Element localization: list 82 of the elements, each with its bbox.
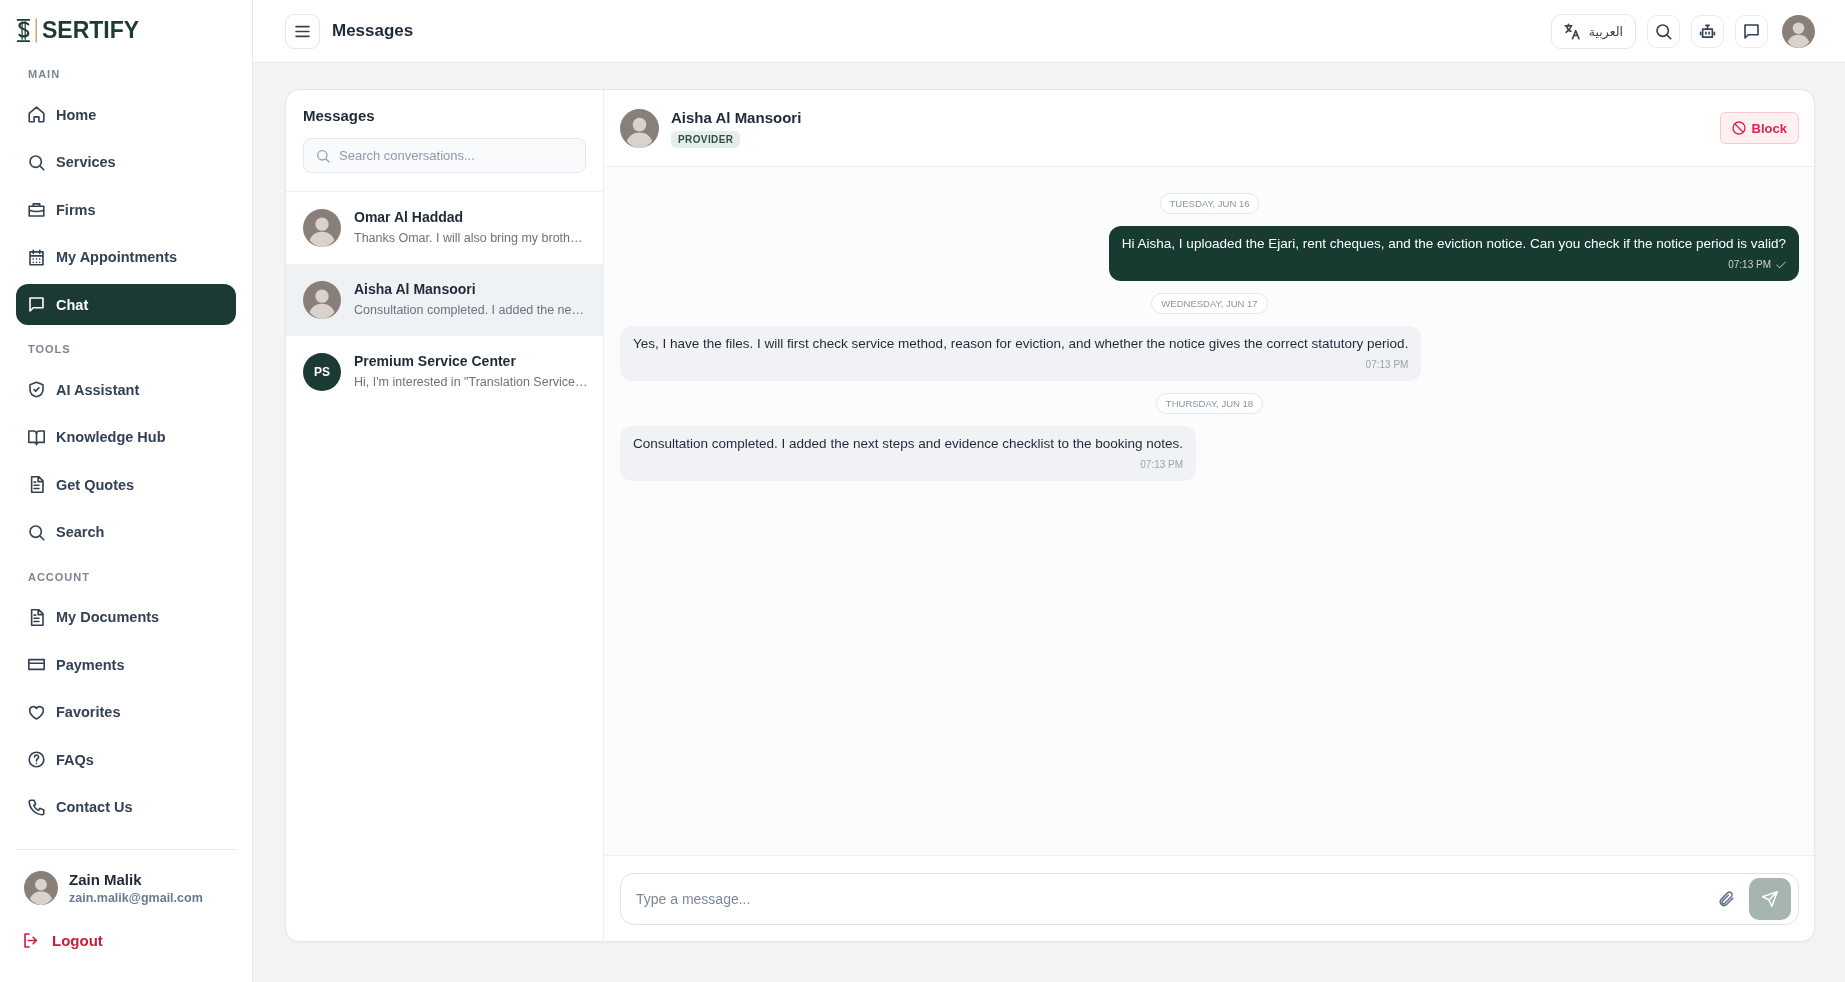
briefcase-icon [28, 201, 45, 218]
conversation-item[interactable]: PS Premium Service Center Hi, I'm interested in "Translation Service… [286, 336, 603, 408]
section-heading: ACCOUNT [27, 569, 91, 584]
initials-avatar: PS [303, 353, 341, 391]
nav-item[interactable]: Home [16, 94, 236, 135]
message-input[interactable]: Type a message... [636, 884, 1703, 914]
phone-icon [28, 798, 45, 816]
section-heading: MAIN [27, 67, 62, 81]
nav-item[interactable]: FAQs [16, 739, 236, 780]
nav-item[interactable]: Favorites [16, 691, 236, 733]
avatar-icon [303, 281, 341, 319]
role-badge: PROVIDER [671, 130, 741, 148]
nav-item[interactable]: Contact Us [16, 786, 236, 828]
shield-check-icon [28, 381, 45, 398]
nav-item[interactable]: Get Quotes [16, 464, 236, 505]
paperclip-icon [1718, 891, 1734, 907]
avatar-icon [24, 870, 58, 905]
page-title: Messages [332, 21, 414, 41]
message-preview: Hi, I'm interested in "Translation Service… [354, 374, 588, 391]
chat-bubble-icon [1743, 22, 1760, 40]
message-preview: Thanks Omar. I will also bring my broth… [354, 230, 583, 247]
home-icon [28, 106, 45, 123]
contact-name: Aisha Al Mansoori [354, 281, 477, 298]
robot-icon [1699, 22, 1716, 40]
nav-item[interactable]: My Documents [16, 596, 236, 638]
message-text: Yes, I have the files. I will first check service method, reason for eviction, and whether the notice gives the correct statutory period. [633, 335, 1409, 353]
search-icon [28, 523, 45, 541]
translate-icon [1563, 22, 1581, 40]
avatar-icon[interactable] [1782, 14, 1815, 48]
conversation-item[interactable]: Omar Al Haddad Thanks Omar. I will also bring my broth… [286, 192, 603, 264]
composer-field[interactable]: Type a message... [620, 873, 1799, 925]
heart-icon [28, 703, 45, 721]
nav-item[interactable]: Firms [16, 189, 236, 230]
nav-item[interactable]: Chat [16, 284, 236, 325]
avatar-icon [303, 209, 341, 247]
message-text: Consultation completed. I added the next steps and evidence checklist to the booking notes. [633, 435, 1184, 453]
search-button[interactable] [1647, 14, 1680, 48]
assistant-button[interactable] [1691, 14, 1724, 48]
search-icon [316, 148, 330, 163]
contact-name: Premium Service Center [354, 353, 517, 370]
language-button[interactable]: العربية [1550, 13, 1636, 49]
message-text: Hi Aisha, I uploaded the Ejari, rent cheques, and the eviction notice. Can you check if the notice period is valid? [1121, 235, 1786, 253]
search-icon [1655, 22, 1672, 40]
logout-icon [23, 931, 40, 949]
logo-wordmark: SERTIFY [42, 18, 140, 43]
block-icon [1731, 121, 1746, 135]
section-heading: TOOLS [27, 342, 72, 356]
nav-item[interactable]: My Appointments [16, 236, 236, 278]
nav-item[interactable]: Payments [16, 644, 236, 685]
contact-name: Aisha Al Mansoori [671, 108, 802, 126]
message-preview: Consultation completed. I added the ne… [354, 302, 584, 319]
nav-item[interactable]: Search [16, 511, 236, 553]
calendar-icon [28, 248, 45, 266]
nav-item[interactable]: Services [16, 141, 236, 183]
chat-bubble-icon [28, 296, 45, 313]
search-icon [28, 153, 45, 171]
date-separator: WEDNESDAY, JUN 17 [1151, 293, 1268, 314]
panel-title: Messages [303, 106, 376, 126]
logo-icon [15, 18, 38, 43]
block-button[interactable]: Block [1719, 112, 1799, 144]
credit-card-icon [28, 656, 45, 673]
search-field[interactable]: Search conversations... [303, 138, 586, 173]
user-email: zain.malik@gmail.com [69, 890, 203, 905]
nav-item[interactable]: Knowledge Hub [16, 416, 236, 458]
document-icon [28, 608, 45, 626]
logout-link[interactable]: Logout [16, 931, 103, 949]
messages-button[interactable] [1735, 14, 1768, 48]
menu-button[interactable] [285, 13, 320, 49]
contact-name: Omar Al Haddad [354, 209, 465, 226]
conversation-item[interactable]: Aisha Al Mansoori Consultation completed. I added the ne… [286, 264, 603, 336]
avatar-icon [620, 108, 659, 148]
message-time: 07:13 PM [1140, 458, 1184, 472]
send-icon [1762, 891, 1778, 907]
user-name: Zain Malik [69, 870, 143, 888]
document-icon [28, 476, 45, 493]
date-separator: THURSDAY, JUN 18 [1155, 393, 1264, 414]
date-separator: TUESDAY, JUN 16 [1159, 193, 1260, 214]
message-time: 07:13 PM [1728, 258, 1771, 272]
book-icon [28, 428, 45, 446]
nav-item[interactable]: AI Assistant [16, 369, 236, 410]
question-icon [28, 751, 45, 768]
message-time: 07:13 PM [1365, 358, 1409, 372]
